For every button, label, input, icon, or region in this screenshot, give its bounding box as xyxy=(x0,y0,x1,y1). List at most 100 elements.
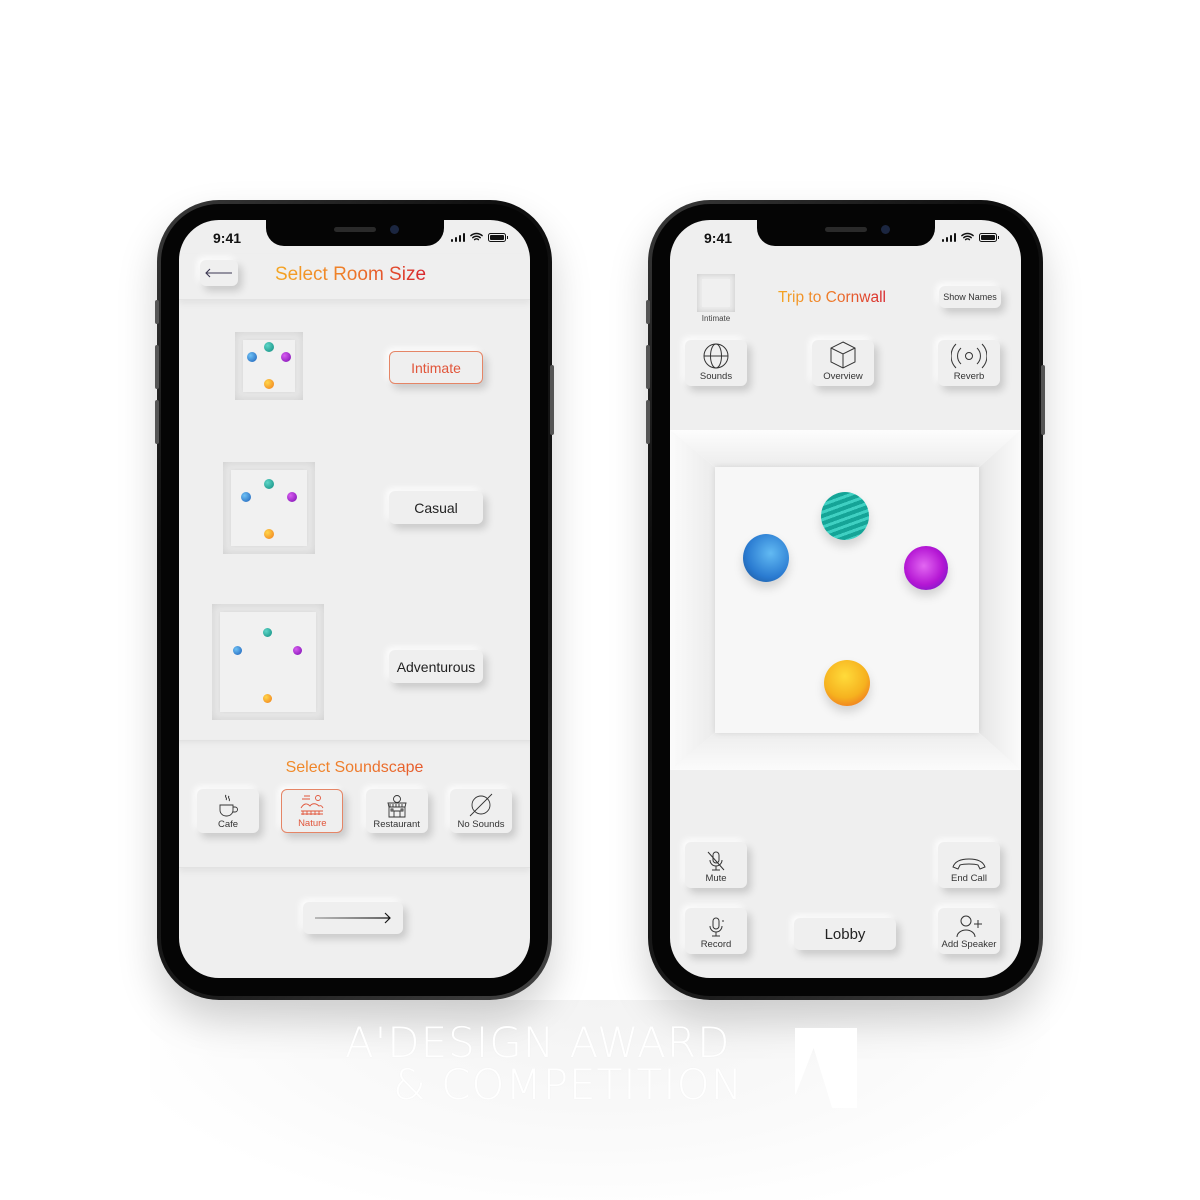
tool-label: Sounds xyxy=(699,371,733,382)
add-speaker-button[interactable]: Add Speaker xyxy=(938,908,1000,954)
speaker-dot xyxy=(241,492,251,502)
volume-down-button xyxy=(155,400,159,444)
add-person-icon xyxy=(956,915,982,938)
room-size-intimate-button[interactable]: Intimate xyxy=(389,351,483,384)
soundscape-section: Select Soundscape Cafe Nature Restaurant xyxy=(179,740,530,868)
tool-label: Reverb xyxy=(953,371,985,382)
soundscape-label: No Sounds xyxy=(457,819,505,830)
back-button[interactable] xyxy=(200,260,238,286)
notch xyxy=(265,220,444,246)
control-label: Record xyxy=(700,939,732,950)
hang-up-icon xyxy=(952,858,986,870)
speaker-dot xyxy=(264,379,274,389)
room-size-adventurous-button[interactable]: Adventurous xyxy=(389,650,483,683)
signal-icon xyxy=(941,232,956,242)
sounds-button[interactable]: Sounds xyxy=(685,340,747,386)
showcase: 9:41 Select Room Size Intimate Casual Ad… xyxy=(0,0,1200,1200)
watermark-line1: A'DESIGN AWARD xyxy=(345,1018,731,1067)
front-camera xyxy=(389,225,399,234)
broadcast-icon xyxy=(951,343,987,369)
speaker-avatar-blue[interactable] xyxy=(743,534,789,582)
mic-off-icon xyxy=(707,851,725,871)
phone-room-setup: 9:41 Select Room Size Intimate Casual Ad… xyxy=(155,200,554,1000)
speaker-dot xyxy=(264,342,274,352)
empty-set-icon xyxy=(469,793,493,817)
nature-landscape-icon xyxy=(300,795,324,815)
tool-label: Overview xyxy=(823,371,863,382)
room-size-label: Intimate xyxy=(701,314,731,323)
speaker-dot xyxy=(233,646,242,655)
speaker-dot xyxy=(263,694,272,703)
wifi-icon xyxy=(470,232,483,241)
power-button xyxy=(550,365,554,435)
control-label: End Call xyxy=(951,873,987,884)
mute-switch xyxy=(646,300,650,324)
soundscape-restaurant-button[interactable]: Restaurant xyxy=(365,789,428,833)
screen-trip-room: 9:41 Intimate Trip to Cornwall Show Name… xyxy=(670,220,1021,978)
room-wall-top xyxy=(670,430,1021,467)
speaker-dot xyxy=(264,529,274,539)
room-title: Trip to Cornwall xyxy=(778,289,886,306)
arrow-left-icon xyxy=(205,268,232,278)
battery-icon xyxy=(979,232,999,242)
speaker-avatar-yellow[interactable] xyxy=(824,660,870,706)
notch xyxy=(756,220,935,246)
speaker-dot xyxy=(287,492,297,502)
record-button[interactable]: Record xyxy=(685,908,747,954)
status-time: 9:41 xyxy=(704,230,733,246)
speaker-dot xyxy=(281,352,291,362)
lobby-button[interactable]: Lobby xyxy=(794,918,896,950)
header: Select Room Size xyxy=(179,254,530,300)
soundscape-label: Cafe xyxy=(217,819,239,830)
volume-up-button xyxy=(646,345,650,389)
page-title: Select Room Size xyxy=(275,264,427,285)
speaker-avatar-teal[interactable] xyxy=(821,492,869,540)
control-label: Mute xyxy=(705,873,727,884)
status-time: 9:41 xyxy=(213,230,242,246)
arrow-right-icon xyxy=(315,912,391,924)
speaker-dot xyxy=(263,628,272,637)
volume-up-button xyxy=(155,345,159,389)
control-label: Add Speaker xyxy=(941,939,997,950)
mute-button[interactable]: Mute xyxy=(685,842,747,888)
battery-icon xyxy=(488,232,508,242)
room-size-casual-button[interactable]: Casual xyxy=(389,491,483,524)
mute-switch xyxy=(155,300,159,324)
award-watermark: A'DESIGN AWARD & COMPETITION xyxy=(345,1022,743,1106)
show-names-button[interactable]: Show Names xyxy=(939,286,1001,308)
screen-select-room: 9:41 Select Room Size Intimate Casual Ad… xyxy=(179,220,530,978)
earpiece xyxy=(824,227,867,232)
restaurant-building-icon xyxy=(387,795,407,818)
reverb-button[interactable]: Reverb xyxy=(938,340,1000,386)
soundscape-label: Nature xyxy=(298,818,327,829)
soundscape-cafe-button[interactable]: Cafe xyxy=(197,789,259,833)
room-size-thumbnail[interactable] xyxy=(697,274,735,312)
power-button xyxy=(1041,365,1045,435)
phone-call-room: 9:41 Intimate Trip to Cornwall Show Name… xyxy=(646,200,1045,1000)
signal-icon xyxy=(450,232,465,242)
room-3d-view[interactable] xyxy=(670,430,1021,770)
speaker-dot xyxy=(293,646,302,655)
cube-icon xyxy=(830,341,856,369)
room-wall-right xyxy=(979,430,1021,770)
speaker-dot xyxy=(247,352,257,362)
earpiece xyxy=(333,227,376,232)
room-preview-adventurous xyxy=(212,604,324,720)
room-preview-intimate xyxy=(235,332,303,400)
front-camera xyxy=(880,225,890,234)
speaker-avatar-purple[interactable] xyxy=(904,546,948,590)
room-preview-casual xyxy=(223,462,315,554)
microphone-icon xyxy=(709,917,724,937)
watermark-line2: & COMPETITION xyxy=(393,1060,744,1109)
soundscape-nature-button[interactable]: Nature xyxy=(281,789,344,833)
end-call-button[interactable]: End Call xyxy=(938,842,1000,888)
wifi-icon xyxy=(961,232,974,241)
next-button[interactable] xyxy=(303,902,403,934)
overview-button[interactable]: Overview xyxy=(812,340,874,386)
volume-down-button xyxy=(646,400,650,444)
coffee-cup-icon xyxy=(219,794,238,817)
globe-icon xyxy=(703,343,729,369)
soundscape-none-button[interactable]: No Sounds xyxy=(449,789,512,833)
soundscape-title: Select Soundscape xyxy=(179,759,530,777)
room-wall-bottom xyxy=(670,733,1021,770)
